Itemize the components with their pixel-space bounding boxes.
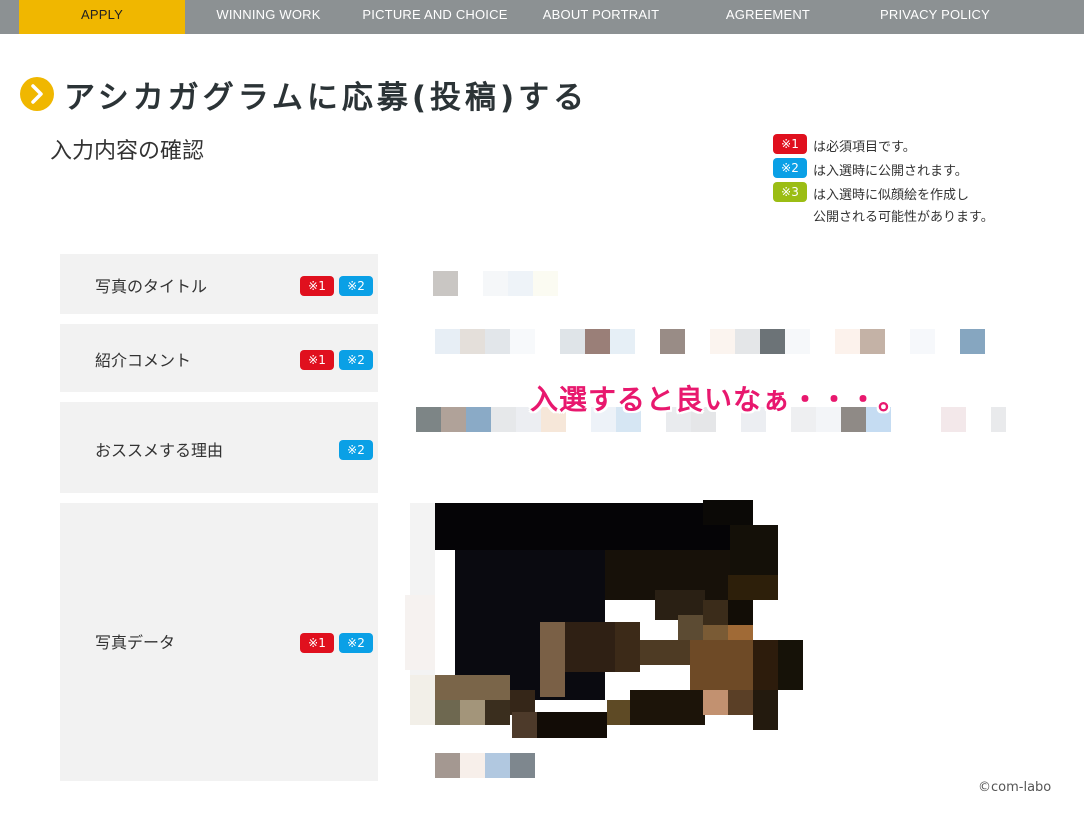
legend-row-portrait: ※3 は入選時に似顔絵を作成し: [773, 182, 1073, 206]
field-label: おススメする理由: [95, 441, 224, 460]
required-badge: ※1: [300, 350, 334, 370]
nav-item-agreement[interactable]: AGREEMENT: [684, 0, 852, 34]
top-nav: APPLY WINNING WORK PICTURE AND CHOICE AB…: [0, 0, 1084, 34]
required-badge: ※1: [300, 276, 334, 296]
public-badge: ※2: [339, 276, 373, 296]
field-photo-title: 写真のタイトル ※1 ※2: [60, 254, 378, 314]
annotation-overlay-text: 入選すると良いなぁ・・・。: [530, 383, 908, 416]
page-subtitle: 入力内容の確認: [50, 139, 205, 164]
chevron-right-icon: [20, 77, 54, 111]
field-label: 写真データ: [95, 633, 176, 652]
field-recommend-reason: おススメする理由 ※2: [60, 402, 378, 493]
required-badge: ※1: [300, 633, 334, 653]
nav-item-about-portrait[interactable]: ABOUT PORTRAIT: [518, 0, 684, 34]
copyright-text: ©com-labo: [978, 780, 1052, 795]
badge-legend: ※1 は必須項目です。 ※2 は入選時に公開されます。 ※3 は入選時に似顔絵を…: [773, 134, 1073, 230]
field-label: 紹介コメント: [95, 351, 192, 370]
legend-text: 公開される可能性があります。: [813, 210, 994, 225]
legend-text: は必須項目です。: [813, 140, 916, 155]
field-badges: ※1 ※2: [295, 275, 373, 296]
legend-text: は入選時に似顔絵を作成し: [813, 188, 970, 203]
nav-item-privacy-policy[interactable]: PRIVACY POLICY: [852, 0, 1018, 34]
field-label: 写真のタイトル: [95, 277, 208, 296]
legend-row-public: ※2 は入選時に公開されます。: [773, 158, 1073, 182]
public-badge: ※2: [339, 440, 373, 460]
field-badges: ※2: [334, 439, 373, 460]
nav-item-picture-and-choice[interactable]: PICTURE AND CHOICE: [352, 0, 518, 34]
portrait-badge: ※3: [773, 182, 807, 202]
required-badge: ※1: [773, 134, 807, 154]
nav-item-apply[interactable]: APPLY: [19, 0, 185, 34]
field-photo-data: 写真データ ※1 ※2: [60, 503, 378, 781]
field-badges: ※1 ※2: [295, 632, 373, 653]
nav-item-winning-work[interactable]: WINNING WORK: [185, 0, 352, 34]
field-intro-comment: 紹介コメント ※1 ※2: [60, 324, 378, 392]
public-badge: ※2: [339, 350, 373, 370]
legend-row-continuation: 公開される可能性があります。: [773, 206, 1073, 230]
legend-text: は入選時に公開されます。: [813, 164, 968, 179]
legend-row-required: ※1 は必須項目です。: [773, 134, 1073, 158]
public-badge: ※2: [773, 158, 807, 178]
field-badges: ※1 ※2: [295, 349, 373, 370]
page-title: アシカガグラムに応募(投稿)する: [64, 80, 589, 116]
public-badge: ※2: [339, 633, 373, 653]
